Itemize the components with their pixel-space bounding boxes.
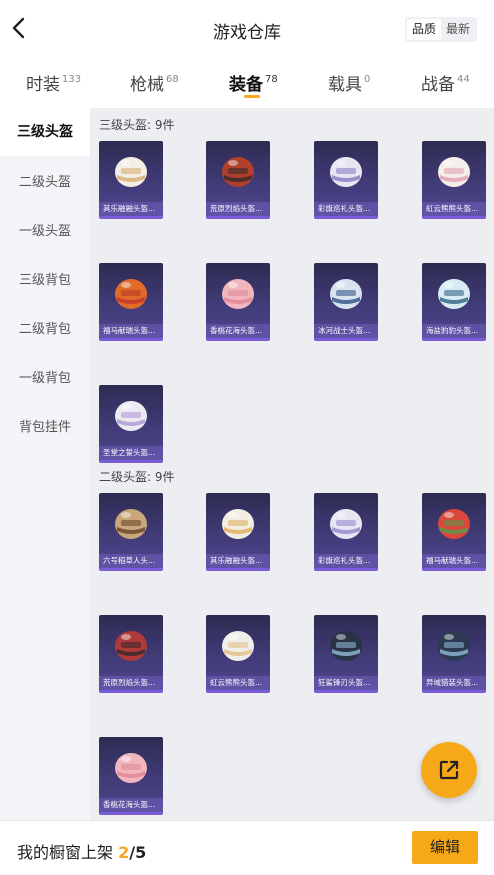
sort-latest-button[interactable]: 最新 xyxy=(441,19,475,40)
item-card[interactable]: 荒原烈焰头盔... xyxy=(99,615,163,693)
showcase-max-count: 5 xyxy=(135,843,147,862)
item-card[interactable]: 其乐融融头盔... xyxy=(206,493,270,571)
category-tabs: 时装 133 枪械 68 装备 78 载具 0 战备 44 xyxy=(0,58,494,108)
helmet-icon xyxy=(115,279,147,309)
item-card[interactable]: 六号稻草人头... xyxy=(99,493,163,571)
tab-equipment[interactable]: 装备 78 xyxy=(229,70,278,95)
sidebar-item-level2-backpack[interactable]: 二级背包 xyxy=(0,306,90,354)
item-name: 冰河战士头盔... xyxy=(314,324,378,338)
item-name: 虹云熊熊头盔... xyxy=(422,202,486,216)
sidebar-item-level2-helmet[interactable]: 二级头盔 xyxy=(0,159,90,207)
item-card[interactable]: 异域猎装头盔... xyxy=(422,615,486,693)
item-card[interactable]: 虹云熊熊头盔... xyxy=(422,141,486,219)
helmet-icon xyxy=(115,157,147,187)
helmet-icon xyxy=(115,631,147,661)
sidebar-item-level3-backpack[interactable]: 三级背包 xyxy=(0,257,90,305)
item-grid: 三级头盔: 9件 二级头盔: 9件 其乐融融头盔... 荒原烈焰头盔... 彩旗巡礼… xyxy=(90,108,494,820)
item-card[interactable]: 其乐融融头盔... xyxy=(99,141,163,219)
active-tab-indicator xyxy=(244,95,260,98)
item-card[interactable]: 彩旗巡礼头盔... xyxy=(314,493,378,571)
item-name: 彩旗巡礼头盔... xyxy=(314,554,378,568)
helmet-icon xyxy=(115,401,147,431)
item-name: 异域猎装头盔... xyxy=(422,676,486,690)
item-card[interactable]: 冰河战士头盔... xyxy=(314,263,378,341)
helmet-icon xyxy=(438,279,470,309)
item-card[interactable]: 圣堂之誓头盔... xyxy=(99,385,163,463)
sort-toggle: 品质 最新 xyxy=(405,17,477,42)
section-title: 二级头盔: 9件 xyxy=(99,470,175,484)
helmet-icon xyxy=(222,509,254,539)
header: 游戏仓库 品质 最新 xyxy=(0,0,494,58)
item-name: 福马献瑞头盔... xyxy=(422,554,486,568)
helmet-icon xyxy=(222,279,254,309)
helmet-icon xyxy=(330,279,362,309)
sort-quality-button[interactable]: 品质 xyxy=(407,19,441,40)
item-name: 六号稻草人头... xyxy=(99,554,163,568)
section-title: 三级头盔: 9件 xyxy=(99,118,175,132)
item-name: 其乐融融头盔... xyxy=(99,202,163,216)
sidebar-item-backpack-pendant[interactable]: 背包挂件 xyxy=(0,404,90,452)
sidebar-item-level1-helmet[interactable]: 一级头盔 xyxy=(0,208,90,256)
helmet-icon xyxy=(438,157,470,187)
item-name: 福马献瑞头盔... xyxy=(99,324,163,338)
showcase-current-count: 2 xyxy=(118,843,130,862)
helmet-icon xyxy=(115,509,147,539)
share-button[interactable] xyxy=(421,742,477,798)
item-name: 其乐融融头盔... xyxy=(206,554,270,568)
item-name: 海盐豹豹头盔... xyxy=(422,324,486,338)
helmet-icon xyxy=(222,157,254,187)
item-card[interactable]: 香桃花海头盔... xyxy=(99,737,163,815)
item-name: 狂鲨锋刃头盔... xyxy=(314,676,378,690)
tab-weapons[interactable]: 枪械 68 xyxy=(130,70,179,95)
helmet-icon xyxy=(330,631,362,661)
helmet-icon xyxy=(222,631,254,661)
item-card[interactable]: 彩旗巡礼头盔... xyxy=(314,141,378,219)
tab-supplies[interactable]: 战备 44 xyxy=(421,70,470,95)
item-name: 荒原烈焰头盔... xyxy=(206,202,270,216)
helmet-icon xyxy=(438,631,470,661)
item-name: 荒原烈焰头盔... xyxy=(99,676,163,690)
item-name: 香桃花海头盔... xyxy=(99,798,163,812)
item-card[interactable]: 虹云熊熊头盔... xyxy=(206,615,270,693)
sidebar-item-level3-helmet[interactable]: 三级头盔 xyxy=(0,108,90,156)
helmet-icon xyxy=(330,157,362,187)
item-card[interactable]: 香桃花海头盔... xyxy=(206,263,270,341)
helmet-icon xyxy=(330,509,362,539)
bottom-bar: 我的橱窗上架 2/5 编辑 xyxy=(0,820,494,875)
helmet-icon xyxy=(115,753,147,783)
tab-vehicles[interactable]: 载具 0 xyxy=(328,70,370,95)
edit-button[interactable]: 编辑 xyxy=(412,831,478,864)
item-name: 香桃花海头盔... xyxy=(206,324,270,338)
helmet-icon xyxy=(438,509,470,539)
item-card[interactable]: 福马献瑞头盔... xyxy=(99,263,163,341)
tab-fashion[interactable]: 时装 133 xyxy=(26,70,81,95)
item-card[interactable]: 荒原烈焰头盔... xyxy=(206,141,270,219)
item-name: 圣堂之誓头盔... xyxy=(99,446,163,460)
external-link-icon xyxy=(439,760,459,780)
item-name: 彩旗巡礼头盔... xyxy=(314,202,378,216)
item-card[interactable]: 狂鲨锋刃头盔... xyxy=(314,615,378,693)
sidebar: 三级头盔 二级头盔 一级头盔 三级背包 二级背包 一级背包 背包挂件 xyxy=(0,108,90,820)
item-name: 虹云熊熊头盔... xyxy=(206,676,270,690)
sidebar-item-level1-backpack[interactable]: 一级背包 xyxy=(0,355,90,403)
showcase-status: 我的橱窗上架 2/5 xyxy=(17,843,147,862)
item-card[interactable]: 海盐豹豹头盔... xyxy=(422,263,486,341)
item-card[interactable]: 福马献瑞头盔... xyxy=(422,493,486,571)
